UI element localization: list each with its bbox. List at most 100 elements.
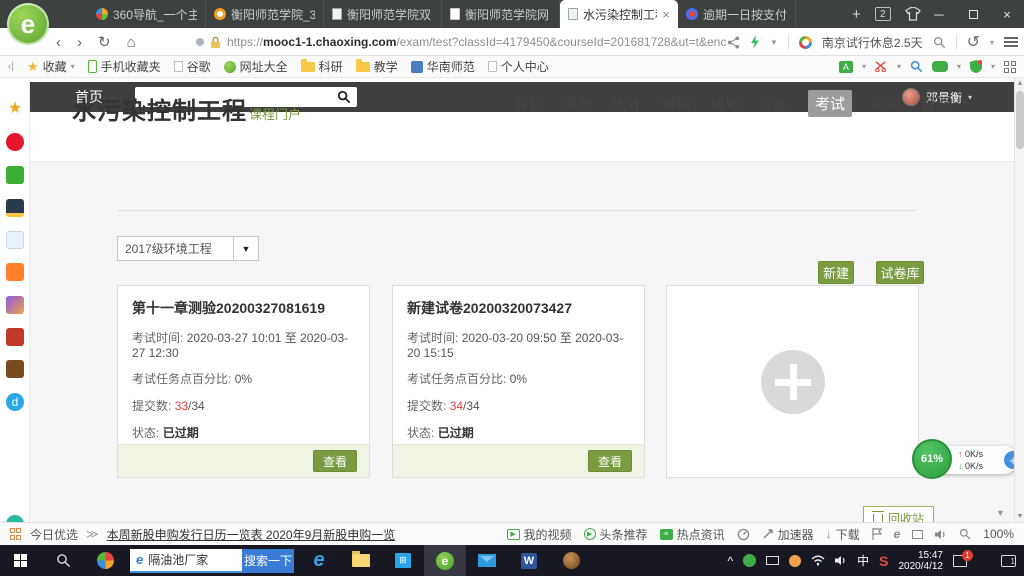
wallet-shield-icon[interactable] xyxy=(970,60,982,73)
new-tab-button[interactable]: + xyxy=(852,6,861,23)
antivirus-tray-icon[interactable] xyxy=(743,554,756,567)
nav-materials[interactable]: 资料 xyxy=(661,93,691,114)
360-search-icon[interactable] xyxy=(799,36,812,49)
tab-baidu[interactable]: 逾期一日按支付 xyxy=(678,0,796,28)
view-exam-button[interactable]: 查看 xyxy=(588,450,632,472)
weibo-icon[interactable] xyxy=(6,133,24,151)
store-app-button[interactable]: ⊞ xyxy=(382,545,424,576)
sogou-ime-icon[interactable]: S xyxy=(879,553,888,569)
taskbar-clock[interactable]: 15:47 2020/4/12 xyxy=(899,550,944,572)
security-score-badge[interactable]: 61% xyxy=(912,439,952,479)
recycle-bin-button[interactable]: 回收站 xyxy=(863,506,934,522)
class-filter-select[interactable]: 2017级环境工程 ▼ xyxy=(117,236,259,261)
window-mode-icon[interactable] xyxy=(912,530,923,539)
search-icon[interactable] xyxy=(933,36,946,49)
game-app-icon[interactable] xyxy=(6,360,24,378)
tab-close-icon[interactable]: × xyxy=(662,7,670,22)
exam-title[interactable]: 第十一章测验20200327081619 xyxy=(132,298,355,318)
close-window-button[interactable]: × xyxy=(990,0,1024,28)
mail-app-button[interactable] xyxy=(466,545,508,576)
home-icon[interactable]: ⌂ xyxy=(127,34,136,51)
nav-discussion[interactable]: 讨论 xyxy=(871,93,901,114)
file-explorer-button[interactable] xyxy=(340,545,382,576)
scrollbar-thumb[interactable] xyxy=(1016,91,1024,149)
tab-hengyang-2[interactable]: 衡阳师范学院双 xyxy=(324,0,442,28)
tab-count-button[interactable]: 2 xyxy=(875,7,891,21)
site-info-icon[interactable] xyxy=(196,38,204,46)
zoom-level[interactable]: 100% xyxy=(983,527,1014,541)
page-scrollbar[interactable]: ▲ ▼ xyxy=(1014,78,1024,522)
hot-search-text[interactable]: 南京试行休息2.5天 xyxy=(822,34,923,51)
download-speed-widget[interactable]: 61% ↑ 0K/s ↓ 0K/s + xyxy=(918,446,1014,474)
nav-homework[interactable]: 作业 xyxy=(759,93,789,114)
accelerator-button[interactable]: 加速器 xyxy=(762,526,814,543)
start-button[interactable] xyxy=(0,545,42,576)
collapse-sidebar-icon[interactable]: ‹| xyxy=(8,61,14,72)
bookmark-favorites[interactable]: ★ 收藏 ▾ xyxy=(27,58,75,75)
add-exam-card[interactable] xyxy=(666,285,919,478)
flag-icon[interactable] xyxy=(872,528,882,540)
minimize-button[interactable]: ─ xyxy=(922,0,956,28)
exam-bank-button[interactable]: 试卷库 xyxy=(876,261,924,284)
reading-list-tray-icon[interactable]: 1 xyxy=(953,555,967,567)
video-app-icon[interactable]: d xyxy=(6,393,24,411)
bookmark-scnu[interactable]: 华南师范 xyxy=(411,58,475,75)
find-icon[interactable] xyxy=(910,60,923,73)
nav-home[interactable]: 首页 xyxy=(514,93,544,114)
wechat-icon[interactable] xyxy=(6,166,24,184)
tab-360-nav[interactable]: 360导航_一个主 xyxy=(88,0,206,28)
undo-dropdown-icon[interactable]: ▾ xyxy=(990,38,994,47)
hot-news-button[interactable]: ≡热点资讯 xyxy=(660,526,725,543)
games-icon[interactable] xyxy=(932,61,948,72)
chevron-down-icon[interactable]: ▾ xyxy=(991,62,995,71)
chevron-down-icon[interactable]: ▾ xyxy=(862,62,866,71)
ie-mode-icon[interactable]: e xyxy=(894,527,901,541)
taobao-icon[interactable] xyxy=(6,263,24,281)
wifi-icon[interactable] xyxy=(811,555,825,566)
restore-button[interactable] xyxy=(956,0,990,28)
bookmark-folder-teaching[interactable]: 教学 xyxy=(356,58,398,75)
scrollbar-up-icon[interactable]: ▲ xyxy=(1015,80,1024,87)
scroll-down-hint-icon[interactable]: ▼ xyxy=(996,508,1005,518)
tab-hengyang-1[interactable]: 衡阳师范学院_3 xyxy=(206,0,324,28)
exam-title[interactable]: 新建试卷20200320073427 xyxy=(407,298,630,318)
pinwheel-app-button[interactable] xyxy=(84,545,126,576)
browser-app-button-active[interactable]: e xyxy=(424,545,466,576)
undo-icon[interactable]: ↺ xyxy=(967,32,980,52)
game-center-icon[interactable] xyxy=(6,296,24,314)
word-app-button[interactable]: W xyxy=(508,545,550,576)
game-app-button[interactable] xyxy=(550,545,592,576)
bookmark-google[interactable]: 谷歌 xyxy=(174,58,211,75)
bookmark-mobile-favorites[interactable]: 手机收藏夹 xyxy=(88,58,161,75)
bookmark-site-directory[interactable]: 网址大全 xyxy=(224,58,288,75)
url-field[interactable]: https://mooc1-1.chaoxing.com/exam/test?c… xyxy=(196,28,726,56)
nav-exam-active[interactable]: 考试 xyxy=(808,90,852,117)
news-link[interactable]: 本周新股申购发行日历一览表 2020年9月新股申购一览 xyxy=(107,526,396,543)
view-exam-button[interactable]: 查看 xyxy=(313,450,357,472)
app-tray-icon[interactable] xyxy=(789,555,801,567)
chevron-down-icon[interactable]: ▾ xyxy=(897,62,901,71)
site-search-button[interactable] xyxy=(331,87,357,107)
add-download-button[interactable]: + xyxy=(1004,451,1014,469)
plus-icon[interactable] xyxy=(761,350,825,414)
novel-icon[interactable] xyxy=(6,328,24,346)
tab-course-active[interactable]: 水污染控制工程 × xyxy=(560,0,678,28)
favorites-star-icon[interactable]: ★ xyxy=(6,100,24,118)
volume-icon[interactable] xyxy=(835,555,847,566)
forward-icon[interactable]: › xyxy=(77,34,82,51)
today-picks-label[interactable]: 今日优选 xyxy=(30,526,78,543)
scrollbar-down-icon[interactable]: ▼ xyxy=(1015,513,1024,520)
select-arrow-icon[interactable]: ▼ xyxy=(233,237,258,260)
translate-icon[interactable]: A xyxy=(839,61,853,73)
back-icon[interactable]: ‹ xyxy=(56,34,61,51)
extensions-icon[interactable] xyxy=(1004,61,1016,73)
screenshot-scissors-icon[interactable] xyxy=(875,61,888,72)
reload-icon[interactable]: ↻ xyxy=(98,33,111,51)
notes-icon[interactable] xyxy=(6,231,24,249)
download-button[interactable]: ↓下载 xyxy=(826,526,860,543)
ime-indicator[interactable]: 中 xyxy=(857,552,869,569)
new-exam-button[interactable]: 新建 xyxy=(818,261,854,284)
toutiao-button[interactable]: ▶头条推荐 xyxy=(584,526,648,543)
taskbar-search-go-button[interactable]: 搜索一下 xyxy=(242,549,294,573)
chevron-down-icon[interactable]: ▼ xyxy=(770,38,778,47)
